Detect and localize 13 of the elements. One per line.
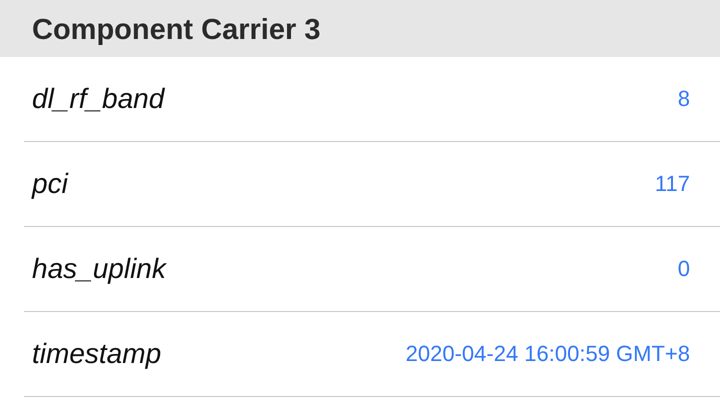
- row-label: timestamp: [32, 338, 162, 370]
- row-value: 117: [654, 171, 690, 197]
- row-value: 2020-04-24 16:00:59 GMT+8: [406, 341, 690, 367]
- list-row[interactable]: timestamp 2020-04-24 16:00:59 GMT+8: [24, 312, 720, 397]
- row-value: 0: [678, 256, 690, 282]
- section-title: Component Carrier 3: [32, 16, 320, 45]
- row-label: dl_rf_band: [32, 83, 164, 115]
- row-label: has_uplink: [32, 253, 166, 285]
- list-row[interactable]: has_uplink 0: [24, 227, 720, 312]
- row-value: 8: [678, 86, 690, 112]
- list-row[interactable]: pci 117: [24, 142, 720, 227]
- list-row[interactable]: dl_rf_band 8: [24, 57, 720, 142]
- row-label: pci: [32, 168, 68, 200]
